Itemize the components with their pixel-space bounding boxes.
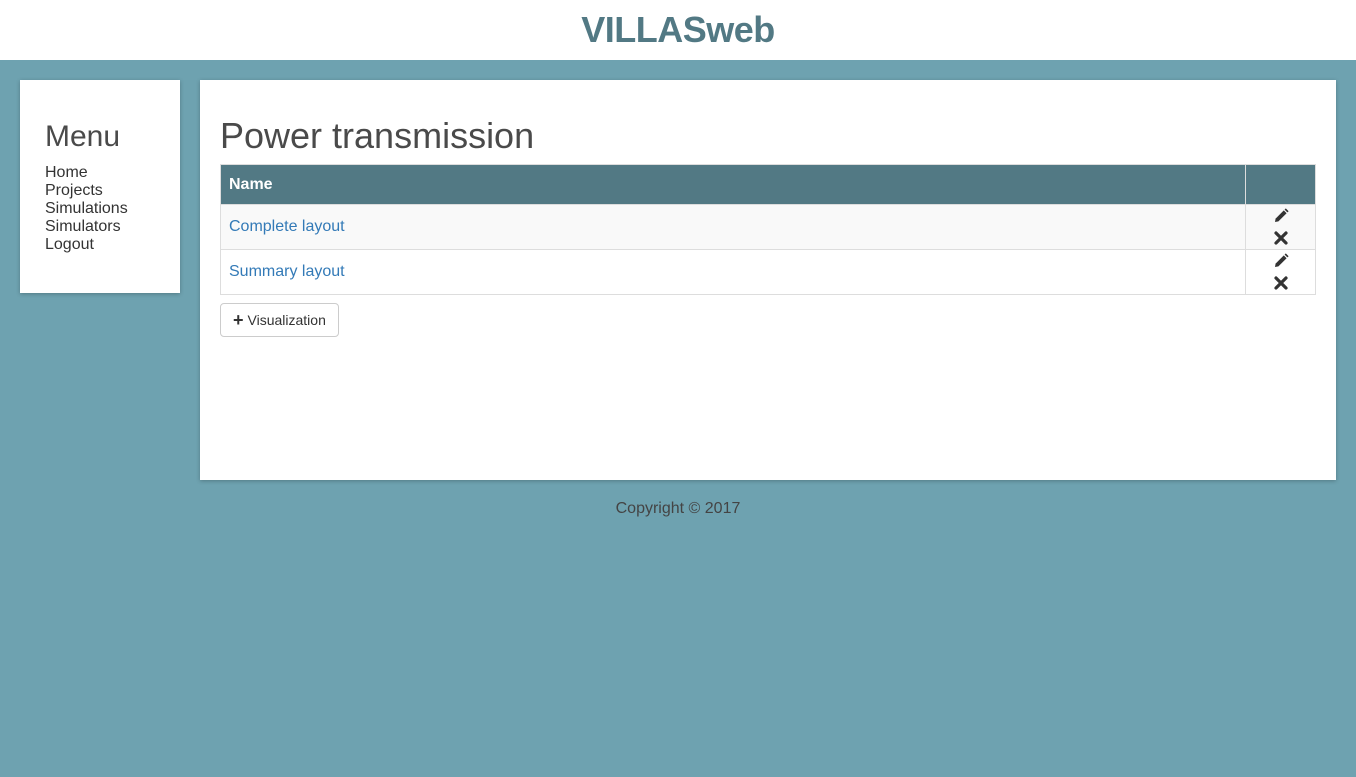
footer-copyright: Copyright © 2017: [615, 500, 741, 517]
app-title: VILLASweb: [581, 9, 775, 50]
menu-link-simulators[interactable]: Simulators: [45, 218, 121, 235]
menu-item-projects: Projects: [45, 182, 180, 200]
menu-link-logout[interactable]: Logout: [45, 236, 94, 253]
table-header-row: Name: [220, 164, 1316, 205]
sidebar-menu: Menu Home Projects Simulations Simulator…: [20, 80, 180, 293]
add-visualization-label: Visualization: [247, 312, 326, 328]
column-header-name[interactable]: Name: [220, 164, 1246, 205]
row-actions-cell: [1245, 249, 1316, 295]
visualizations-table: Name Complete layout Summary layout: [220, 164, 1316, 295]
menu-item-simulators: Simulators: [45, 218, 180, 236]
edit-pencil-icon[interactable]: [1270, 205, 1292, 227]
menu-link-simulations[interactable]: Simulations: [45, 200, 128, 217]
menu-link-projects[interactable]: Projects: [45, 182, 103, 199]
delete-x-icon[interactable]: [1270, 272, 1292, 294]
add-visualization-button[interactable]: + Visualization: [220, 303, 339, 337]
edit-pencil-icon[interactable]: [1270, 250, 1292, 272]
page-title: Power transmission: [220, 115, 535, 156]
row-name-cell: Summary layout: [220, 249, 1246, 295]
row-actions-cell: [1245, 204, 1316, 250]
menu-title: Menu: [45, 120, 121, 153]
menu-link-home[interactable]: Home: [45, 164, 88, 181]
delete-x-icon[interactable]: [1270, 227, 1292, 249]
top-header: VILLASweb: [0, 0, 1356, 60]
plus-icon: +: [233, 310, 244, 330]
content-panel: Power transmission Name Complete layout: [200, 80, 1336, 480]
menu-item-simulations: Simulations: [45, 200, 180, 218]
column-header-actions: [1245, 164, 1316, 205]
table-row: Complete layout: [220, 204, 1316, 250]
visualization-link[interactable]: Summary layout: [229, 263, 345, 280]
menu-item-home: Home: [45, 164, 180, 182]
main-stage: Menu Home Projects Simulations Simulator…: [0, 60, 1356, 777]
visualization-link[interactable]: Complete layout: [229, 218, 345, 235]
menu-list: Home Projects Simulations Simulators Log…: [45, 164, 180, 254]
row-name-cell: Complete layout: [220, 204, 1246, 250]
table-row: Summary layout: [220, 249, 1316, 295]
menu-item-logout: Logout: [45, 236, 180, 254]
app-root: VILLASweb Menu Home Projects Simulations…: [0, 0, 1356, 777]
